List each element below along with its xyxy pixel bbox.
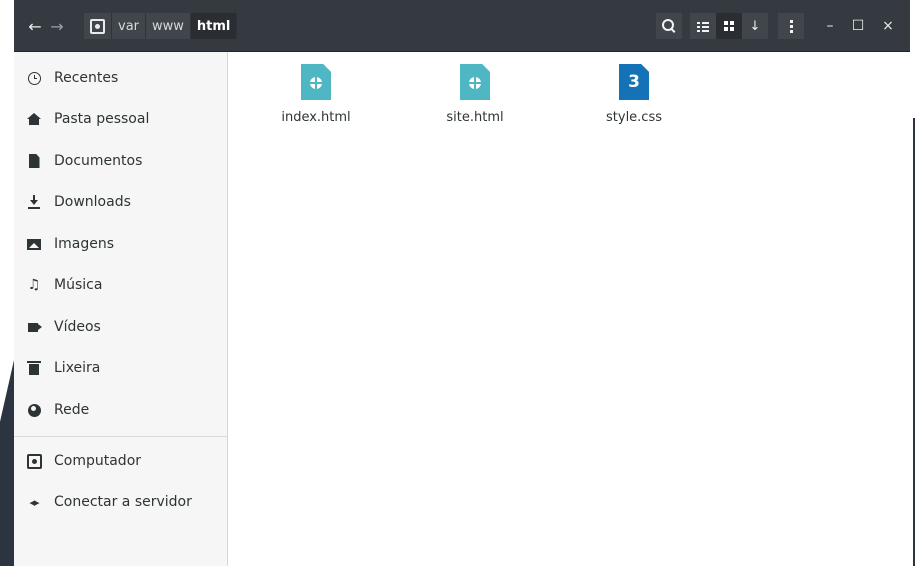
path-bar: var www html (84, 13, 238, 39)
desktop-background (0, 0, 14, 566)
music-icon: ♫ (27, 277, 41, 293)
search-icon (662, 19, 674, 31)
sidebar-item-conectar-servidor[interactable]: ◂▸ Conectar a servidor (14, 487, 227, 517)
close-button[interactable]: × (875, 13, 901, 39)
sidebar-item-label: Rede (54, 402, 90, 418)
sidebar-item-documentos[interactable]: Documentos (14, 146, 227, 176)
path-segment-www[interactable]: www (146, 13, 191, 39)
sidebar-item-label: Música (54, 277, 103, 293)
home-icon (26, 111, 42, 127)
sidebar-item-label: Documentos (54, 153, 143, 169)
path-root-button[interactable] (84, 13, 112, 39)
file-item-style-css[interactable]: 3 style.css (574, 64, 694, 138)
css-file-icon: 3 (619, 64, 649, 100)
network-icon (26, 402, 42, 418)
menu-button[interactable] (778, 13, 804, 39)
sidebar-item-label: Conectar a servidor (54, 494, 192, 510)
document-icon (26, 153, 42, 169)
drive-icon (90, 18, 105, 34)
sidebar-item-videos[interactable]: Vídeos (14, 312, 227, 342)
grid-view-button[interactable] (716, 13, 742, 39)
connect-server-icon: ◂▸ (29, 495, 39, 509)
sidebar-item-rede[interactable]: Rede (14, 395, 227, 425)
path-segment-html[interactable]: html (190, 13, 238, 39)
download-icon (26, 194, 42, 210)
video-icon (26, 319, 42, 335)
vertical-dots-icon (789, 19, 793, 33)
trash-icon (26, 360, 42, 376)
sidebar-item-imagens[interactable]: Imagens (14, 229, 227, 259)
file-name: style.css (606, 110, 662, 125)
sidebar-item-computador[interactable]: Computador (14, 446, 227, 476)
html-file-icon (301, 64, 331, 100)
sidebar-item-lixeira[interactable]: Lixeira (14, 353, 227, 383)
arrow-down-icon: ↓ (749, 18, 761, 34)
list-view-button[interactable] (690, 13, 716, 39)
sidebar-separator (14, 436, 227, 437)
sidebar-item-musica[interactable]: ♫ Música (14, 270, 227, 300)
sidebar-item-downloads[interactable]: Downloads (14, 187, 227, 217)
file-item-index-html[interactable]: index.html (256, 64, 376, 138)
forward-button[interactable]: → (46, 13, 68, 39)
sidebar: Recentes Pasta pessoal Documentos Downlo… (14, 52, 228, 566)
computer-icon (26, 453, 42, 469)
file-name: site.html (446, 110, 504, 125)
header-bar: ← → var www html ↓ – ☐ × (14, 0, 910, 52)
grid-view-icon (724, 21, 734, 31)
path-segment-var[interactable]: var (112, 13, 147, 39)
sidebar-item-label: Computador (54, 453, 142, 469)
minimize-button[interactable]: – (817, 13, 843, 39)
sidebar-item-label: Downloads (54, 194, 131, 210)
desktop-background-right (910, 52, 918, 566)
file-name: index.html (281, 110, 351, 125)
sidebar-item-label: Recentes (54, 70, 119, 86)
sidebar-item-label: Pasta pessoal (54, 111, 150, 127)
back-button[interactable]: ← (24, 13, 46, 39)
sidebar-item-recentes[interactable]: Recentes (14, 63, 227, 93)
list-view-icon (697, 21, 709, 32)
sidebar-item-label: Lixeira (54, 360, 101, 376)
image-icon (26, 236, 42, 252)
sidebar-item-label: Vídeos (54, 319, 101, 335)
file-item-site-html[interactable]: site.html (415, 64, 535, 138)
maximize-button[interactable]: ☐ (845, 13, 871, 39)
file-view: index.html site.html 3 style.css (228, 52, 910, 566)
html-file-icon (460, 64, 490, 100)
sidebar-item-pasta-pessoal[interactable]: Pasta pessoal (14, 104, 227, 134)
file-manager-window: ← → var www html ↓ – ☐ × Recentes Pasta … (14, 0, 910, 566)
sort-button[interactable]: ↓ (742, 13, 768, 39)
clock-icon (26, 70, 42, 86)
search-button[interactable] (656, 13, 682, 39)
sidebar-item-label: Imagens (54, 236, 115, 252)
